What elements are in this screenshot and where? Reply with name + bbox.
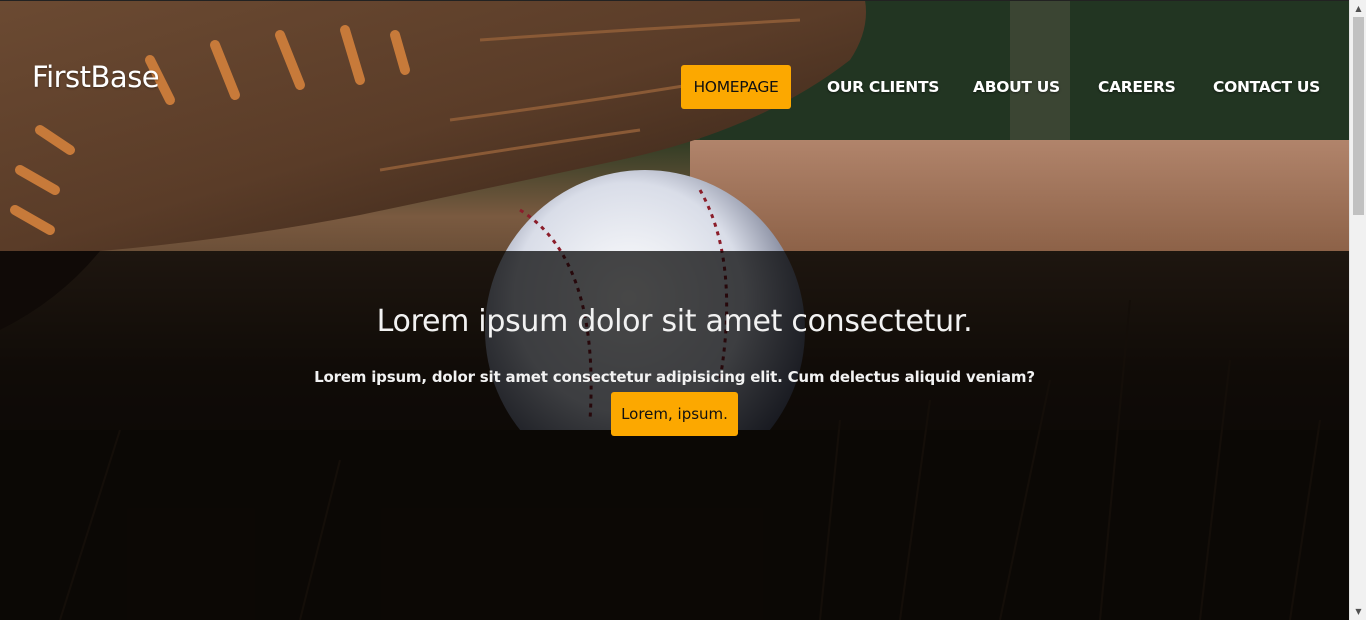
nav-item-contact-us[interactable]: CONTACT US [1213, 65, 1320, 109]
scrollbar-thumb[interactable] [1353, 17, 1364, 215]
triangle-up-icon[interactable]: ▲ [1350, 0, 1366, 17]
hero-headline: Lorem ipsum dolor sit amet consectetur. [376, 304, 973, 339]
nav-item-careers[interactable]: CAREERS [1098, 65, 1176, 109]
hero-subtext: Lorem ipsum, dolor sit amet consectetur … [314, 368, 1035, 386]
hero-cta-button[interactable]: Lorem, ipsum. [611, 392, 738, 436]
triangle-down-icon[interactable]: ▼ [1350, 603, 1366, 620]
nav-item-our-clients[interactable]: OUR CLIENTS [827, 65, 939, 109]
landing-page: FirstBase HOMEPAGE OUR CLIENTS ABOUT US … [0, 0, 1366, 620]
nav-item-homepage[interactable]: HOMEPAGE [681, 65, 791, 109]
vertical-scrollbar[interactable]: ▲ ▼ [1349, 0, 1366, 620]
nav-item-about-us[interactable]: ABOUT US [973, 65, 1060, 109]
site-logo[interactable]: FirstBase [32, 60, 160, 94]
top-border [0, 0, 1349, 1]
